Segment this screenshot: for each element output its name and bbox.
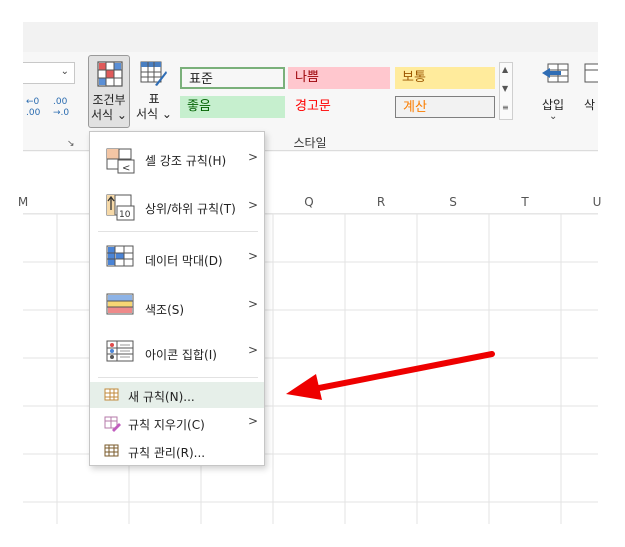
insert-button[interactable]: 삽입 ⌄ [534,58,574,130]
cond-format-label-2: 서식 ⌄ [91,108,127,122]
conditional-formatting-menu: < 셀 강조 규칙(H) > 10 상위/하위 규칙(T) > 데이터 막대(D [89,131,265,466]
manage-rules-icon [104,444,119,457]
number-dialog-launcher-icon[interactable]: ↘ [67,139,75,149]
column-header[interactable]: R [345,190,417,214]
column-header[interactable]: U [561,190,625,214]
chevron-right-icon: > [248,150,259,164]
cell-style-bad[interactable]: 나쁨 [288,67,390,89]
column-header[interactable]: M [0,190,59,214]
color-scales-icon [106,293,134,315]
column-header[interactable]: Q [273,190,345,214]
conditional-formatting-icon [97,61,123,87]
format-table-label-2: 서식 ⌄ [136,107,172,121]
clear-rules-icon [104,416,121,432]
cell-style-normal[interactable]: 표준 [180,67,285,89]
cond-format-label: 조건부 [92,93,126,107]
menu-separator [98,377,258,378]
menu-item-new-rule[interactable]: 새 규칙(N)... [90,382,264,408]
chevron-up-icon: ▲ [502,65,509,74]
cell-style-calculation[interactable]: 계산 [395,96,495,118]
column-header[interactable]: T [489,190,561,214]
chevron-right-icon: > [248,297,259,311]
format-table-icon [140,61,167,86]
cell-style-good[interactable]: 좋음 [180,96,285,118]
menu-separator [98,231,258,232]
conditional-formatting-button[interactable]: 조건부 서식 ⌄ [88,55,130,128]
chevron-right-icon: > [248,414,259,428]
chevron-right-icon: > [248,249,259,263]
styles-group-label: 스타일 [293,136,327,150]
cell-style-neutral[interactable]: 보통 [395,67,495,89]
chevron-down-icon: ⌄ [549,111,558,122]
highlight-rules-icon: < [106,148,135,174]
menu-item-color-scales[interactable]: 색조(S) > [90,284,264,328]
chevron-down-icon: ⌄ [60,66,69,77]
cell-style-warning[interactable]: 경고문 [288,96,390,118]
chevron-right-icon: > [248,343,259,357]
menu-item-manage-rules[interactable]: 규칙 관리(R)... [90,438,264,464]
number-format-dropdown[interactable]: ⌄ [23,62,75,84]
menu-item-data-bars[interactable]: 데이터 막대(D) > [90,236,264,280]
insert-cells-icon [542,63,569,83]
delete-button[interactable]: 삭 [580,58,598,130]
icon-sets-icon [106,340,134,362]
svg-text:<: < [122,163,130,174]
menu-item-clear-rules[interactable]: 규칙 지우기(C) > [90,410,264,436]
gallery-more-icon: ≡ [502,103,509,112]
menu-item-icon-sets[interactable]: 아이콘 집합(I) > [90,330,264,374]
chevron-down-icon: ▼ [502,84,509,93]
delete-cells-icon [584,63,598,83]
format-as-table-button[interactable]: 표 서식 ⌄ [134,55,174,128]
annotation-arrow-icon [286,351,495,400]
top-bottom-rules-icon: 10 [106,194,135,221]
delete-label: 삭 [584,98,596,112]
menu-item-top-bottom-rules[interactable]: 10 상위/하위 규칙(T) > [90,184,264,228]
gallery-scrollbar[interactable]: ▲ ▼ ≡ [499,62,513,120]
column-header[interactable]: S [417,190,489,214]
decrease-decimal-button[interactable]: .00 →.0 [53,97,75,119]
data-bars-icon [106,245,134,267]
menu-item-highlight-cell-rules[interactable]: < 셀 강조 규칙(H) > [90,138,264,182]
format-table-label: 표 [148,92,160,106]
new-rule-icon [104,388,119,401]
chevron-right-icon: > [248,198,259,212]
ribbon-tab-strip [23,22,598,52]
increase-decimal-button[interactable]: ←0 .00 [26,97,48,119]
svg-text:10: 10 [119,210,131,220]
